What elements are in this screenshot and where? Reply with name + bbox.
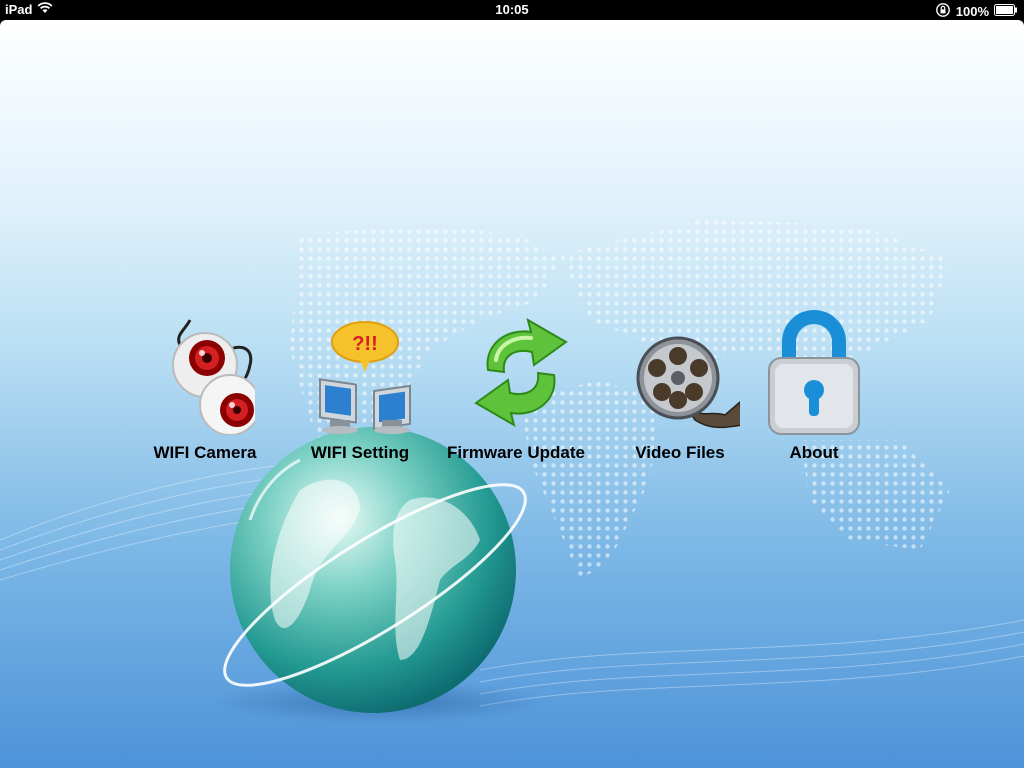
menu-item-about[interactable]: About [739, 310, 889, 470]
menu-item-video-files[interactable]: Video Files [605, 310, 755, 470]
film-reel-icon [636, 336, 740, 429]
status-time: 10:05 [495, 2, 529, 17]
menu-item-wifi-setting[interactable]: ?!! WIFI Setting [285, 310, 435, 470]
lock-icon [768, 310, 860, 435]
refresh-icon [474, 317, 568, 428]
menu-item-label: About [789, 443, 839, 462]
badge-text: ?!! [352, 333, 378, 355]
battery-percentage: 100% [955, 4, 989, 19]
camera-icon [172, 319, 255, 435]
monitor-left-icon [319, 378, 358, 434]
menu-item-label: WIFI Camera [153, 443, 257, 462]
battery-icon [994, 4, 1018, 19]
menu-item-label: Video Files [635, 443, 725, 462]
menu-item-label: WIFI Setting [310, 443, 410, 462]
rotation-lock-icon [935, 2, 951, 21]
status-bar: iPad 10:05 100% [0, 0, 1024, 20]
globe-graphic [210, 427, 550, 724]
status-right: 100% [935, 2, 1018, 21]
menu-item-label: Firmware Update [447, 443, 585, 462]
network-icon: ?!! [319, 321, 411, 434]
menu-item-firmware-update[interactable]: Firmware Update [441, 310, 591, 470]
menu-item-wifi-camera[interactable]: WIFI Camera [130, 310, 280, 470]
monitor-right-icon [373, 384, 411, 434]
app-screen: WIFI Camera ?!! WIFI Setting Firmware Up… [0, 20, 1024, 768]
